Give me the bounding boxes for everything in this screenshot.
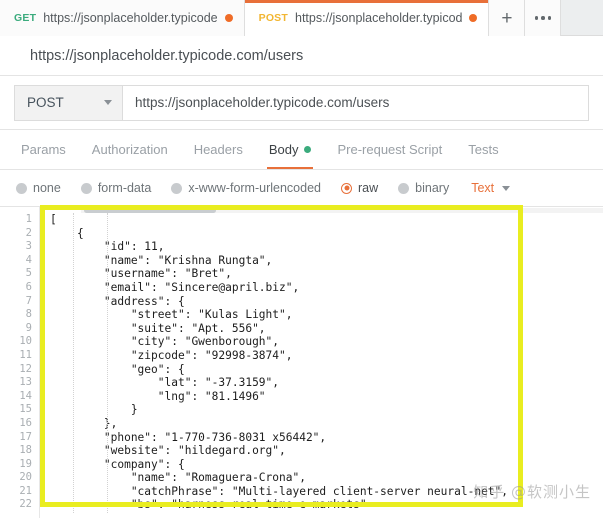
radio-binary-icon	[398, 183, 409, 194]
line-number: 3	[0, 240, 39, 254]
radio-x-www-form-urlencoded-icon	[171, 183, 182, 194]
line-number: 7	[0, 295, 39, 309]
unsaved-changes-dot-icon	[469, 14, 477, 22]
http-method-select[interactable]: POST	[14, 85, 122, 121]
tab-params[interactable]: Params	[8, 130, 79, 169]
http-method-value: POST	[27, 95, 64, 110]
body-type-radio-row: none form-data x-www-form-urlencoded raw…	[0, 170, 603, 206]
request-tab-strip: GET https://jsonplaceholder.typicode POS…	[0, 0, 603, 36]
chevron-down-icon	[104, 100, 112, 105]
request-tab-url-get: https://jsonplaceholder.typicode	[43, 11, 217, 25]
ellipsis-icon	[535, 16, 552, 20]
request-tab-method-get: GET	[14, 12, 36, 24]
radio-x-www-form-urlencoded-label: x-www-form-urlencoded	[188, 181, 321, 195]
postman-window: GET https://jsonplaceholder.typicode POS…	[0, 0, 603, 518]
line-number: 10	[0, 335, 39, 349]
editor-line-number-gutter: 1 2 3 4 5 6 7 8 9 10 11 12 13 14 15 16 1…	[0, 207, 40, 518]
new-tab-button[interactable]: +	[489, 0, 525, 36]
line-number: 4	[0, 254, 39, 268]
tab-strip-filler	[561, 0, 603, 35]
radio-raw-icon	[341, 183, 352, 194]
tab-params-label: Params	[21, 142, 66, 157]
tab-pre-request-script[interactable]: Pre-request Script	[324, 130, 455, 169]
tab-body-label: Body	[269, 142, 299, 157]
line-number: 21	[0, 485, 39, 499]
request-url-value: https://jsonplaceholder.typicode.com/use…	[135, 95, 389, 110]
line-number: 22	[0, 498, 39, 512]
editor-horizontal-scrollbar[interactable]	[84, 208, 216, 213]
tab-headers[interactable]: Headers	[181, 130, 256, 169]
tab-body[interactable]: Body	[256, 130, 325, 169]
request-url-row: POST https://jsonplaceholder.typicode.co…	[0, 76, 603, 130]
request-section-tabs: Params Authorization Headers Body Pre-re…	[0, 130, 603, 170]
request-tab-url-post: https://jsonplaceholder.typicod	[295, 11, 462, 25]
body-content-indicator-icon	[304, 146, 311, 153]
indent-guide	[73, 213, 74, 513]
line-number: 2	[0, 227, 39, 241]
page-title: https://jsonplaceholder.typicode.com/use…	[30, 48, 303, 64]
radio-binary-label: binary	[415, 181, 449, 195]
line-number: 18	[0, 444, 39, 458]
line-number: 16	[0, 417, 39, 431]
plus-icon: +	[501, 9, 512, 28]
radio-form-data[interactable]: form-data	[81, 181, 152, 195]
tab-tests[interactable]: Tests	[455, 130, 511, 169]
line-number: 8	[0, 308, 39, 322]
tab-pre-request-script-label: Pre-request Script	[337, 142, 442, 157]
body-format-dropdown[interactable]: Text	[471, 181, 510, 195]
unsaved-changes-dot-icon	[225, 14, 233, 22]
request-tab-post[interactable]: POST https://jsonplaceholder.typicod	[245, 0, 490, 36]
line-number: 11	[0, 349, 39, 363]
radio-binary[interactable]: binary	[398, 181, 449, 195]
tab-headers-label: Headers	[194, 142, 243, 157]
request-tab-get[interactable]: GET https://jsonplaceholder.typicode	[0, 0, 245, 36]
line-number: 19	[0, 458, 39, 472]
raw-body-editor[interactable]: 1 2 3 4 5 6 7 8 9 10 11 12 13 14 15 16 1…	[0, 206, 603, 518]
request-title-bar: https://jsonplaceholder.typicode.com/use…	[0, 36, 603, 76]
tab-options-button[interactable]	[525, 0, 561, 36]
radio-x-www-form-urlencoded[interactable]: x-www-form-urlencoded	[171, 181, 321, 195]
radio-form-data-icon	[81, 183, 92, 194]
line-number: 17	[0, 431, 39, 445]
radio-raw[interactable]: raw	[341, 181, 378, 195]
chevron-down-icon	[502, 186, 510, 191]
indent-guide	[107, 213, 108, 513]
tab-authorization-label: Authorization	[92, 142, 168, 157]
editor-code-area[interactable]: [ { "id": 11, "name": "Krishna Rungta", …	[40, 207, 603, 518]
tab-tests-label: Tests	[468, 142, 498, 157]
line-number: 6	[0, 281, 39, 295]
radio-form-data-label: form-data	[98, 181, 152, 195]
line-number: 14	[0, 390, 39, 404]
line-number: 5	[0, 267, 39, 281]
line-number: 15	[0, 403, 39, 417]
line-number: 1	[0, 213, 39, 227]
line-number: 9	[0, 322, 39, 336]
line-number: 12	[0, 363, 39, 377]
radio-raw-label: raw	[358, 181, 378, 195]
request-tab-method-post: POST	[259, 12, 288, 24]
radio-none-label: none	[33, 181, 61, 195]
request-url-input[interactable]: https://jsonplaceholder.typicode.com/use…	[122, 85, 589, 121]
radio-none[interactable]: none	[16, 181, 61, 195]
request-body-code[interactable]: [ { "id": 11, "name": "Krishna Rungta", …	[50, 213, 603, 512]
line-number: 13	[0, 376, 39, 390]
body-format-value: Text	[471, 181, 494, 195]
radio-none-icon	[16, 183, 27, 194]
tab-authorization[interactable]: Authorization	[79, 130, 181, 169]
line-number: 20	[0, 471, 39, 485]
